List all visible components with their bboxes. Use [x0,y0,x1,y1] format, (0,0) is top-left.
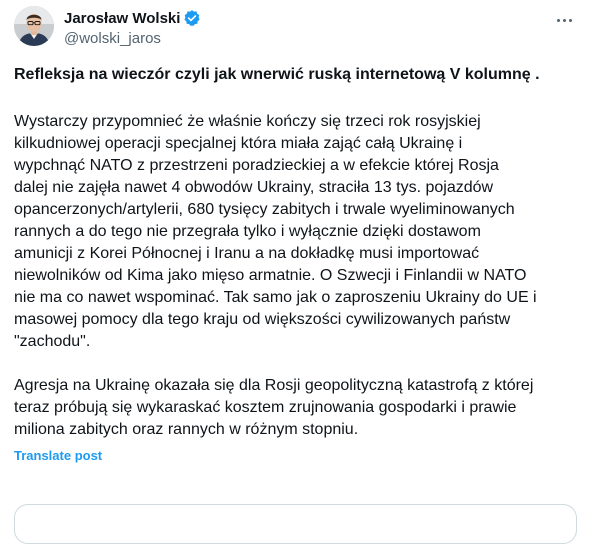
text-line: rannych a do tego nie przegrała tylko i … [14,223,481,240]
avatar[interactable] [14,6,54,46]
post-body: Refleksja na wieczór czyli jak wnerwić r… [14,65,584,465]
more-horizontal-icon [562,18,566,22]
post-paragraph-2: Agresja na Ukrainę okazała się dla Rosji… [14,375,584,441]
more-options-button[interactable] [551,10,577,30]
author-block: Jarosław Wolski @wolski_jaros [64,8,201,47]
more-horizontal-icon [568,18,572,22]
text-line: teraz próbują się wykaraskać kosztem zru… [14,399,517,416]
author-display-name[interactable]: Jarosław Wolski [64,10,180,27]
translate-post-link[interactable]: Translate post [14,448,102,463]
text-line: opancerzonych/artylerii, 680 tysięcy zab… [14,201,515,218]
text-line: miliona zabitych oraz rannych w różnym s… [14,421,359,438]
verified-badge-icon [183,9,201,27]
text-line: kilkudniowej operacji specjalnej która m… [14,135,463,152]
more-horizontal-icon [556,18,560,22]
text-line: dalej nie zajęła nawet 4 obwodów Ukrainy… [14,179,494,196]
author-handle[interactable]: @wolski_jaros [64,30,201,47]
quoted-post-card[interactable] [14,504,577,544]
text-line: amunicji z Korei Północnej i Iranu a na … [14,245,480,262]
text-line: Agresja na Ukrainę okazała się dla Rosji… [14,377,534,394]
post-paragraph-1: Wystarczy przypomnieć że właśnie kończy … [14,111,584,353]
text-line: Wystarczy przypomnieć że właśnie kończy … [14,113,481,130]
name-row: Jarosław Wolski [64,8,201,28]
post-title: Refleksja na wieczór czyli jak wnerwić r… [14,66,540,83]
text-line: "zachodu". [14,333,91,350]
profile-photo [14,6,54,46]
text-line: niewolników od Kima jako mięso armatnie.… [14,267,527,284]
text-line: nie ma co nawet wspominać. Tak samo jak … [14,289,537,306]
text-line: masowej pomocy dla tego kraju od większo… [14,311,511,328]
text-line: wypchnąć NATO z przestrzeni poradzieckie… [14,157,499,174]
post-header: Jarosław Wolski @wolski_jaros [14,6,577,54]
